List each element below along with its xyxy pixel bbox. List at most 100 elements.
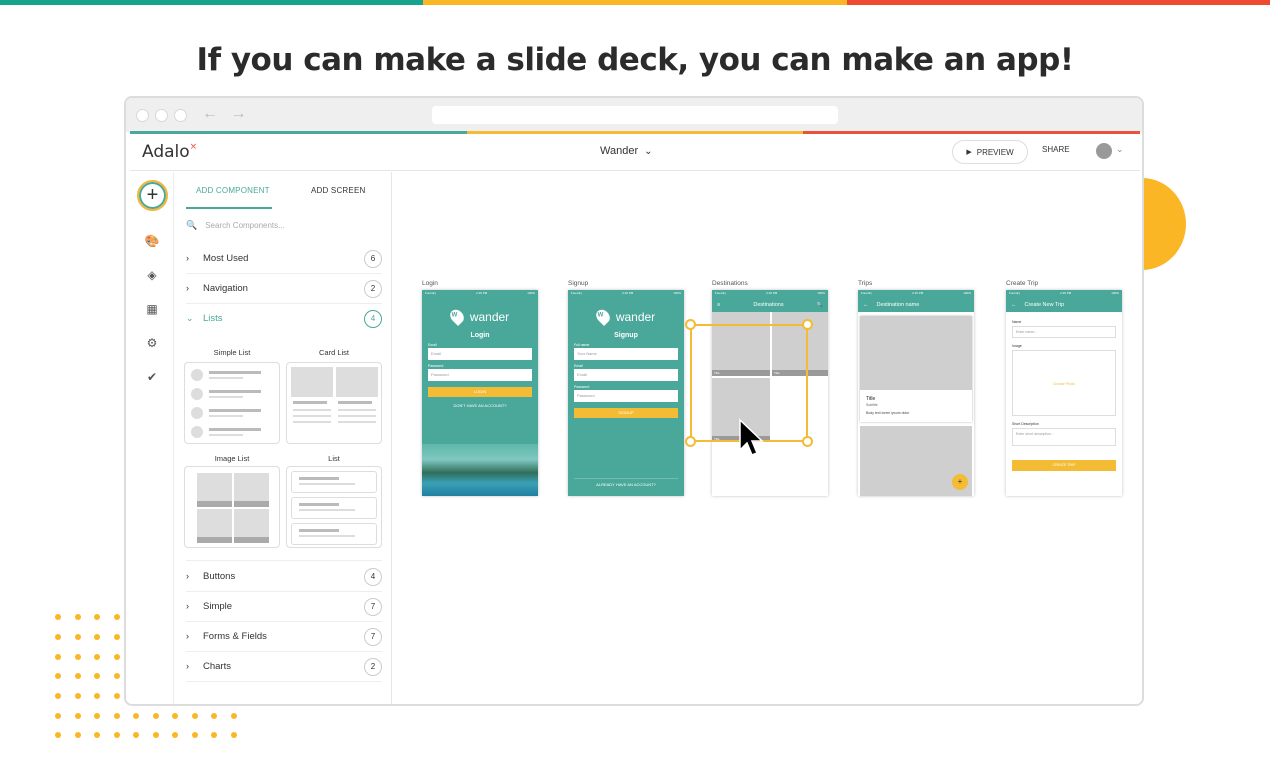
decorative-dot: [94, 732, 100, 738]
decorative-dot: [94, 614, 100, 620]
back-arrow-icon[interactable]: ←: [1011, 302, 1017, 308]
category-navigation[interactable]: › Navigation 2: [186, 274, 382, 304]
screen-label-login[interactable]: Login: [422, 280, 438, 287]
status-carrier: Foundry: [1009, 291, 1021, 295]
category-most-used[interactable]: › Most Used 6: [186, 244, 382, 274]
decorative-dot: [74, 732, 81, 738]
password-field[interactable]: Password: [428, 369, 532, 381]
category-count-badge: 4: [364, 568, 382, 586]
email-label: Email: [428, 343, 437, 347]
window-minimize-dot[interactable]: [155, 109, 168, 122]
palette-icon[interactable]: 🎨: [143, 232, 161, 250]
password-field[interactable]: Password: [574, 390, 678, 402]
signup-title: Signup: [614, 332, 638, 339]
browser-nav-arrows[interactable]: ← →: [202, 105, 250, 123]
login-button[interactable]: LOGIN: [428, 387, 532, 397]
resize-handle-top-right[interactable]: [802, 319, 813, 330]
decorative-dot: [133, 713, 139, 719]
tab-add-component[interactable]: ADD COMPONENT: [196, 186, 270, 195]
brand-name: wander: [615, 309, 656, 324]
chevron-down-icon: ⌄: [644, 146, 653, 157]
decorative-dot: [211, 732, 217, 738]
screen-signup[interactable]: Foundry 2:16 PM 100% wander Signup Full …: [568, 290, 684, 496]
simple-list-thumbnail[interactable]: [184, 362, 280, 444]
trip-card[interactable]: Title Subtitle Body text lorem ipsum dol…: [860, 316, 972, 422]
component-search[interactable]: 🔍 Search Components...: [186, 220, 285, 231]
category-charts[interactable]: › Charts 2: [186, 652, 382, 682]
trip-card-image: [860, 316, 972, 390]
layers-icon[interactable]: ◈: [143, 266, 161, 284]
user-avatar-icon[interactable]: [1096, 143, 1112, 159]
create-trip-button[interactable]: CREATE TRIP: [1012, 460, 1116, 471]
appbar-title: Destinations: [753, 301, 784, 308]
category-simple[interactable]: › Simple 7: [186, 592, 382, 622]
resize-handle-bottom-left[interactable]: [685, 436, 696, 447]
decorative-dot: [113, 732, 120, 738]
status-carrier: Foundry: [425, 291, 437, 295]
checks-icon[interactable]: ✔: [143, 368, 161, 386]
decorative-dot: [74, 634, 81, 640]
preview-button[interactable]: ▶ PREVIEW: [952, 140, 1028, 164]
decorative-dot: [113, 614, 120, 620]
screen-label-destinations[interactable]: Destinations: [712, 280, 748, 287]
component-label-list: List: [328, 454, 340, 463]
window-close-dot[interactable]: [136, 109, 149, 122]
wander-brand: wander: [568, 306, 684, 327]
back-arrow-icon[interactable]: ←: [863, 302, 869, 308]
screen-create-trip[interactable]: Foundry 2:16 PM 100% ← Create New Trip N…: [1006, 290, 1122, 496]
resize-handle-top-left[interactable]: [685, 319, 696, 330]
decorative-dot: [230, 732, 237, 738]
tab-add-screen[interactable]: ADD SCREEN: [311, 186, 365, 195]
signup-link[interactable]: DON'T HAVE AN ACCOUNT?: [422, 403, 538, 408]
decorative-dot: [74, 673, 81, 679]
search-icon[interactable]: 🔍: [817, 302, 823, 308]
app-switcher[interactable]: Wander ⌄: [600, 145, 653, 157]
choose-photo-box[interactable]: Choose Photo: [1012, 350, 1116, 416]
card-list-thumbnail[interactable]: [286, 362, 382, 444]
status-carrier: Foundry: [861, 291, 873, 295]
adalo-logo[interactable]: Adalo×: [142, 142, 197, 162]
add-panel-button[interactable]: +: [137, 180, 168, 211]
decorative-dot: [94, 673, 100, 679]
login-link[interactable]: ALREADY HAVE AN ACCOUNT?: [574, 478, 678, 487]
share-button[interactable]: SHARE: [1042, 145, 1070, 154]
trip-card-title: Title: [866, 396, 876, 402]
name-label: Full name: [574, 343, 590, 347]
screen-label-signup[interactable]: Signup: [568, 280, 588, 287]
trip-name-field[interactable]: Enter name...: [1012, 326, 1116, 338]
decorative-dot: [172, 732, 178, 738]
decorative-dot: [55, 673, 61, 679]
name-label: Name: [1012, 320, 1022, 324]
category-lists[interactable]: ⌄ Lists 4: [186, 304, 382, 334]
decorative-dot: [152, 732, 159, 738]
signup-button[interactable]: SIGNUP: [574, 408, 678, 418]
window-maximize-dot[interactable]: [174, 109, 187, 122]
screen-label-trips[interactable]: Trips: [858, 280, 872, 287]
grid-icon[interactable]: ▦: [143, 300, 161, 318]
add-trip-fab[interactable]: +: [952, 474, 968, 490]
resize-handle-bottom-right[interactable]: [802, 436, 813, 447]
category-buttons[interactable]: › Buttons 4: [186, 562, 382, 592]
email-field[interactable]: Email: [428, 348, 532, 360]
screen-login[interactable]: Foundry 2:16 PM 100% wander Login Email …: [422, 290, 538, 496]
category-forms-fields[interactable]: › Forms & Fields 7: [186, 622, 382, 652]
status-carrier: Foundry: [715, 291, 727, 295]
name-field[interactable]: Your Name: [574, 348, 678, 360]
appbar-title: Create New Trip: [1024, 301, 1065, 308]
logo-text: Adalo: [142, 142, 190, 162]
avatar-chevron-icon[interactable]: ⌄: [1116, 144, 1124, 155]
image-list-thumbnail[interactable]: [184, 466, 280, 548]
status-time: 2:16 PM: [622, 291, 634, 295]
gear-icon[interactable]: ⚙: [143, 334, 161, 352]
category-count-badge: 2: [364, 280, 382, 298]
description-field[interactable]: Enter short description...: [1012, 428, 1116, 446]
map-pin-icon: [447, 306, 467, 327]
list-thumbnail[interactable]: [286, 466, 382, 548]
email-field[interactable]: Email: [574, 369, 678, 381]
editor-canvas[interactable]: Login Signup Destinations Trips Create T…: [392, 172, 1140, 704]
category-count-badge: 6: [364, 250, 382, 268]
url-bar[interactable]: [432, 106, 838, 124]
screen-trips[interactable]: Foundry 2:16 PM 100% ← Destination name …: [858, 290, 974, 496]
decorative-dot: [55, 654, 61, 660]
screen-label-create-trip[interactable]: Create Trip: [1006, 280, 1038, 287]
